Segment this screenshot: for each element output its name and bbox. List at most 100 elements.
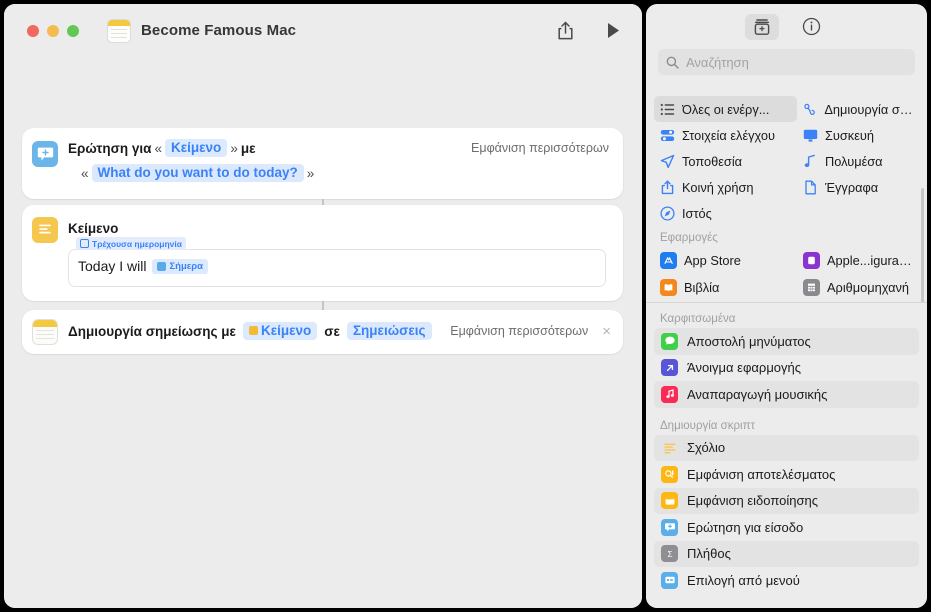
text-field-content: Today I will Σήμερα: [78, 258, 209, 274]
today-token-label: Σήμερα: [169, 260, 204, 272]
scripting-label: Πλήθος: [687, 546, 731, 562]
category-list-pane[interactable]: Όλες οι ενέργ... Δημιουργία σκ... Στοιχε…: [646, 92, 927, 302]
apple-configurator-icon: [803, 252, 820, 269]
app-store-icon: [660, 252, 677, 269]
app-label: App Store: [684, 253, 741, 268]
category-documents[interactable]: Έγγραφα: [797, 174, 919, 200]
shortcuts-editor-window: Become Famous Mac Ερώτηση για « Κείμενο …: [4, 4, 642, 608]
messages-icon: [661, 332, 678, 350]
category-label: Συσκευή: [825, 127, 875, 143]
ask-prompt-token[interactable]: What do you want to do today?: [91, 164, 304, 182]
today-variable-token[interactable]: Σήμερα: [152, 258, 209, 274]
pinned-and-scripting-pane: Καρφιτσωμένα Αποστολή μηνύματος Άνοιγμα …: [646, 303, 927, 608]
create-note-folder-link[interactable]: Σημειώσεις: [346, 322, 432, 340]
scripting-item-show-alert[interactable]: Εμφάνιση ειδοποίησης: [654, 487, 919, 514]
text-chip-icon: [248, 326, 258, 335]
search-field[interactable]: Αναζήτηση: [658, 49, 915, 75]
action-library-icon[interactable]: [744, 13, 779, 40]
action-card-text[interactable]: Κείμενο Τρέχουσα ημερομηνία Today I will…: [22, 205, 623, 301]
sidebar-scrollbar[interactable]: [921, 188, 924, 302]
apps-grid: App Store Apple...igurator Βιβλία Αριθμο…: [646, 247, 927, 301]
share-icon: [661, 180, 674, 194]
display-icon: [803, 129, 818, 142]
action-card-create-note[interactable]: Δημιουργία σημείωσης με Κείμενο σε Σημει…: [22, 310, 623, 354]
tooltip-label: Τρέχουσα ημερομηνία: [92, 238, 182, 249]
minimize-button[interactable]: [47, 24, 59, 37]
pinned-section-header: Καρφιτσωμένα: [660, 313, 736, 325]
category-all-actions[interactable]: Όλες οι ενέργ...: [654, 96, 797, 122]
action-card-ask-for-input[interactable]: Ερώτηση για « Κείμενο » με Εμφάνιση περι…: [22, 128, 623, 199]
scripting-item-choose-from-menu[interactable]: Επιλογή από μενού: [654, 567, 919, 594]
search-icon: [666, 56, 679, 69]
category-label: Τοποθεσία: [682, 153, 743, 169]
pinned-label: Αποστολή μηνύματος: [687, 333, 811, 349]
scripting-item-ask-for-input[interactable]: Ερώτηση για είσοδο: [654, 514, 919, 541]
category-label: Όλες οι ενέργ...: [682, 101, 770, 117]
pinned-item-play-music[interactable]: Αναπαραγωγή μουσικής: [654, 381, 919, 408]
show-result-icon: [661, 465, 678, 483]
screenshot-root: Become Famous Mac Ερώτηση για « Κείμενο …: [0, 0, 931, 612]
share-icon[interactable]: [554, 20, 576, 42]
category-label: Δημιουργία σκ...: [824, 101, 913, 117]
window-titlebar: Become Famous Mac: [4, 4, 642, 57]
scripting-item-comment[interactable]: Σχόλιο: [654, 434, 919, 461]
apps-section-header: Εφαρμογές: [660, 232, 718, 244]
category-grid: Όλες οι ενέργ... Δημιουργία σκ... Στοιχε…: [646, 92, 927, 226]
remove-action-button[interactable]: ×: [602, 324, 611, 339]
app-item-apple-configurator[interactable]: Apple...igurator: [797, 247, 919, 274]
category-label: Πολυμέσα: [825, 153, 883, 169]
app-item-books[interactable]: Βιβλία: [654, 274, 797, 301]
guillemet-open-2: «: [81, 165, 89, 181]
location-arrow-icon: [660, 154, 675, 168]
app-item-app-store[interactable]: App Store: [654, 247, 797, 274]
zoom-button[interactable]: [67, 24, 79, 37]
scripting-item-show-result[interactable]: Εμφάνιση αποτελέσματος: [654, 461, 919, 488]
show-alert-icon: [661, 492, 678, 510]
show-more-button-1[interactable]: Εμφάνιση περισσότερων: [471, 141, 609, 155]
category-media[interactable]: Πολυμέσα: [797, 148, 919, 174]
scripting-label: Επιλογή από μενού: [687, 572, 800, 588]
create-note-text-token[interactable]: Κείμενο: [242, 322, 318, 340]
action-connector-2: [322, 301, 324, 310]
calculator-icon: [803, 279, 820, 296]
pinned-item-send-message[interactable]: Αποστολή μηνύματος: [654, 328, 919, 355]
text-input-field[interactable]: Τρέχουσα ημερομηνία Today I will Σήμερα: [68, 237, 606, 287]
scripting-icon: [804, 103, 815, 115]
pinned-item-open-app[interactable]: Άνοιγμα εφαρμογής: [654, 355, 919, 382]
controls-icon: [660, 129, 675, 141]
guillemet-close-2: »: [306, 165, 315, 181]
app-label: Αριθμομηχανή: [827, 280, 910, 295]
action-library-sidebar: Αναζήτηση Όλες οι ενέργ... Δημιουργία σκ…: [646, 4, 927, 608]
traffic-lights[interactable]: [27, 24, 79, 37]
current-date-tooltip: Τρέχουσα ημερομηνία: [76, 237, 186, 250]
app-item-calculator[interactable]: Αριθμομηχανή: [797, 274, 919, 301]
play-icon[interactable]: [602, 20, 624, 42]
category-sharing[interactable]: Κοινή χρήση: [654, 174, 797, 200]
scripting-label: Ερώτηση για είσοδο: [687, 519, 804, 535]
close-button[interactable]: [27, 24, 39, 37]
category-device[interactable]: Συσκευή: [797, 122, 919, 148]
music-note-icon: [804, 154, 815, 167]
text-icon: [32, 217, 58, 243]
app-label: Βιβλία: [684, 280, 720, 295]
show-more-button-3[interactable]: Εμφάνιση περισσότερων: [450, 324, 588, 338]
category-label: Έγγραφα: [825, 179, 879, 195]
scripting-label: Σχόλιο: [687, 440, 726, 456]
open-app-icon: [661, 359, 678, 377]
text-field-value: Today I will: [78, 258, 147, 274]
svg-text:Σ: Σ: [667, 550, 672, 559]
scripting-item-count[interactable]: Σ Πλήθος: [654, 540, 919, 567]
category-controls[interactable]: Στοιχεία ελέγχου: [654, 122, 797, 148]
create-note-middle: σε: [324, 323, 340, 339]
category-location[interactable]: Τοποθεσία: [654, 148, 797, 174]
books-icon: [660, 279, 677, 296]
ask-prefix-label: Ερώτηση για: [68, 140, 152, 156]
pinned-label: Άνοιγμα εφαρμογής: [687, 360, 802, 376]
create-note-row: Δημιουργία σημείωσης με Κείμενο σε Σημει…: [68, 322, 611, 340]
search-input[interactable]: Αναζήτηση: [686, 55, 749, 70]
category-scripting[interactable]: Δημιουργία σκ...: [797, 96, 919, 122]
info-icon[interactable]: [795, 14, 829, 40]
ask-type-token[interactable]: Κείμενο: [164, 139, 228, 157]
category-web[interactable]: Ιστός: [654, 200, 797, 226]
pinned-label: Αναπαραγωγή μουσικής: [687, 386, 828, 402]
